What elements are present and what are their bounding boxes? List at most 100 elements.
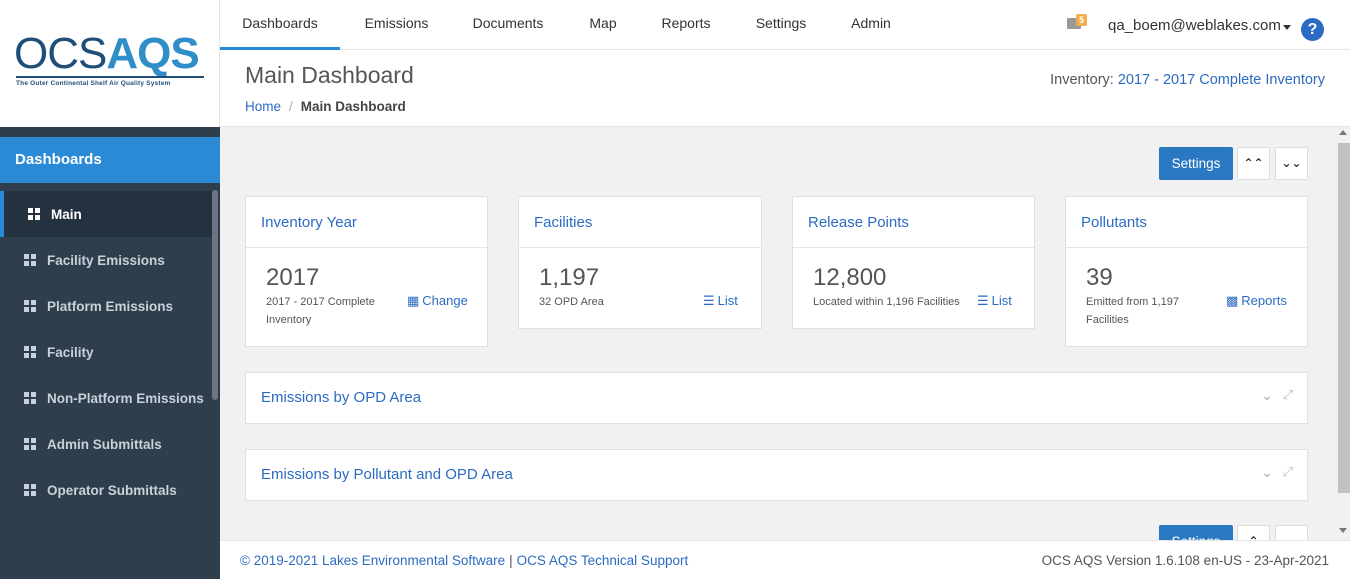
chevrons-up-icon: ⌃⌃ (1243, 156, 1264, 170)
card-title: Inventory Year (246, 197, 487, 248)
sidebar-item-non-platform-emissions[interactable]: Non-Platform Emissions (0, 375, 212, 421)
sidebar-item-label: Non-Platform Emissions (47, 390, 204, 406)
tab-admin[interactable]: Admin (846, 0, 896, 50)
reports-link[interactable]: ▩ Reports (1226, 293, 1287, 309)
sidebar-item-facility-emissions[interactable]: Facility Emissions (0, 237, 212, 283)
tab-dashboards[interactable]: Dashboards (220, 0, 340, 50)
card-value: 12,800 (813, 264, 887, 291)
panel-title: Emissions by Pollutant and OPD Area (261, 466, 513, 483)
help-icon[interactable]: ? (1301, 18, 1324, 41)
card-title: Release Points (793, 197, 1034, 248)
tab-reports[interactable]: Reports (655, 0, 717, 50)
panel-emissions-by-pollutant-and-opd-area[interactable]: Emissions by Pollutant and OPD Area ⌄ ⤢ (245, 449, 1308, 501)
top-navigation: Dashboards Emissions Documents Map Repor… (220, 0, 1350, 50)
card-pollutants: Pollutants 39 Emitted from 1,197 Facilit… (1065, 196, 1308, 347)
card-title: Pollutants (1066, 197, 1307, 248)
mail-count-badge: 5 (1076, 14, 1088, 26)
dashboard-content: Settings ⌃⌃ ⌄⌄ Inventory Year 2017 2017 … (220, 127, 1333, 540)
logo-tagline: The Outer Continental Shelf Air Quality … (16, 80, 171, 87)
grid-icon (24, 346, 36, 358)
logo-aqs: AQS (106, 29, 199, 78)
footer-separator: | (509, 553, 513, 568)
card-subtitle: Located within 1,196 Facilities (813, 296, 960, 308)
user-menu[interactable]: qa_boem@weblakes.com (1108, 17, 1281, 34)
expand-all-button-bottom[interactable]: ⌄ (1275, 525, 1308, 540)
footer: © 2019-2021 Lakes Environmental Software… (220, 540, 1350, 579)
sidebar-item-label: Facility (47, 344, 94, 360)
card-release-points: Release Points 12,800 Located within 1,1… (792, 196, 1035, 329)
chevron-down-icon[interactable]: ⌄ (1261, 387, 1273, 404)
card-subtitle: Emitted from 1,197 Facilities (1086, 296, 1179, 326)
copyright-link[interactable]: © 2019-2021 Lakes Environmental Software (240, 553, 505, 568)
logo-divider (16, 76, 204, 78)
expand-icon[interactable]: ⤢ (1283, 464, 1293, 480)
grid-icon (24, 300, 36, 312)
inventory-value[interactable]: 2017 - 2017 Complete Inventory (1118, 72, 1325, 88)
list-icon: ☰ (703, 293, 715, 308)
card-link-label: List (991, 293, 1012, 308)
calendar-icon: ▦ (407, 293, 420, 308)
grid-icon (28, 208, 40, 220)
sidebar-header[interactable]: Dashboards (0, 137, 220, 183)
card-facilities: Facilities 1,197 32 OPD Area ☰ List (518, 196, 762, 329)
grid-icon (24, 392, 36, 404)
collapse-all-button[interactable]: ⌃⌃ (1237, 147, 1270, 180)
logo[interactable]: OCSAQS The Outer Continental Shelf Air Q… (0, 0, 220, 127)
card-link-label: Change (422, 293, 468, 308)
sidebar-item-admin-submittals[interactable]: Admin Submittals (0, 421, 212, 467)
list-link[interactable]: ☰ List (703, 293, 738, 309)
tab-emissions[interactable]: Emissions (360, 0, 433, 50)
breadcrumb-current: Main Dashboard (300, 99, 406, 114)
sidebar-item-main[interactable]: Main (0, 191, 212, 237)
grid-icon (24, 484, 36, 496)
breadcrumb-home[interactable]: Home (245, 99, 281, 114)
breadcrumb-separator: / (289, 99, 293, 114)
card-subtitle: 32 OPD Area (539, 296, 604, 308)
breadcrumb: Home / Main Dashboard (245, 99, 406, 114)
scrollbar-thumb[interactable] (1338, 143, 1350, 493)
collapse-all-button-bottom[interactable]: ⌃ (1237, 525, 1270, 540)
card-inventory-year: Inventory Year 2017 2017 - 2017 Complete… (245, 196, 488, 347)
sidebar-item-facility[interactable]: Facility (0, 329, 212, 375)
chevrons-down-icon: ⌄⌄ (1281, 156, 1302, 170)
card-subtitle: 2017 - 2017 Complete Inventory (266, 296, 375, 326)
tab-documents[interactable]: Documents (465, 0, 551, 50)
settings-button[interactable]: Settings (1159, 147, 1233, 180)
expand-icon[interactable]: ⤢ (1283, 387, 1293, 403)
card-link-label: Reports (1241, 293, 1287, 308)
tab-map[interactable]: Map (583, 0, 623, 50)
inventory-indicator: Inventory: 2017 - 2017 Complete Inventor… (1050, 72, 1325, 88)
list-icon: ☰ (977, 293, 989, 308)
sidebar-item-label: Main (51, 206, 82, 222)
sidebar-item-label: Admin Submittals (47, 436, 162, 452)
sidebar-scrollbar[interactable] (212, 190, 218, 400)
card-value: 2017 (266, 264, 320, 291)
content-scrollbar[interactable] (1333, 127, 1350, 540)
sidebar: OCSAQS The Outer Continental Shelf Air Q… (0, 0, 220, 579)
sidebar-item-label: Operator Submittals (47, 482, 177, 498)
card-value: 39 (1086, 264, 1113, 291)
file-icon: ▩ (1226, 293, 1239, 308)
grid-icon (24, 438, 36, 450)
list-link[interactable]: ☰ List (977, 293, 1012, 309)
chevron-down-icon[interactable]: ⌄ (1261, 464, 1273, 481)
settings-button-bottom[interactable]: Settings (1159, 525, 1233, 540)
panel-title: Emissions by OPD Area (261, 389, 422, 406)
expand-all-button[interactable]: ⌄⌄ (1275, 147, 1308, 180)
inventory-label: Inventory: (1050, 72, 1114, 88)
grid-icon (24, 254, 36, 266)
scroll-up-arrow-icon[interactable] (1339, 130, 1347, 135)
version-info: OCS AQS Version 1.6.108 en-US - 23-Apr-2… (1041, 553, 1329, 568)
sidebar-item-platform-emissions[interactable]: Platform Emissions (0, 283, 212, 329)
tab-settings[interactable]: Settings (748, 0, 814, 50)
sidebar-item-operator-submittals[interactable]: Operator Submittals (0, 467, 212, 513)
technical-support-link[interactable]: OCS AQS Technical Support (517, 553, 689, 568)
change-link[interactable]: ▦ Change (407, 293, 468, 309)
scroll-down-arrow-icon[interactable] (1339, 528, 1347, 533)
panel-emissions-by-opd-area[interactable]: Emissions by OPD Area ⌄ ⤢ (245, 372, 1308, 424)
logo-ocs: OCS (14, 29, 107, 78)
sidebar-item-label: Facility Emissions (47, 252, 165, 268)
sidebar-item-label: Platform Emissions (47, 298, 174, 314)
chevron-down-icon[interactable] (1283, 25, 1291, 30)
card-title: Facilities (519, 197, 761, 248)
